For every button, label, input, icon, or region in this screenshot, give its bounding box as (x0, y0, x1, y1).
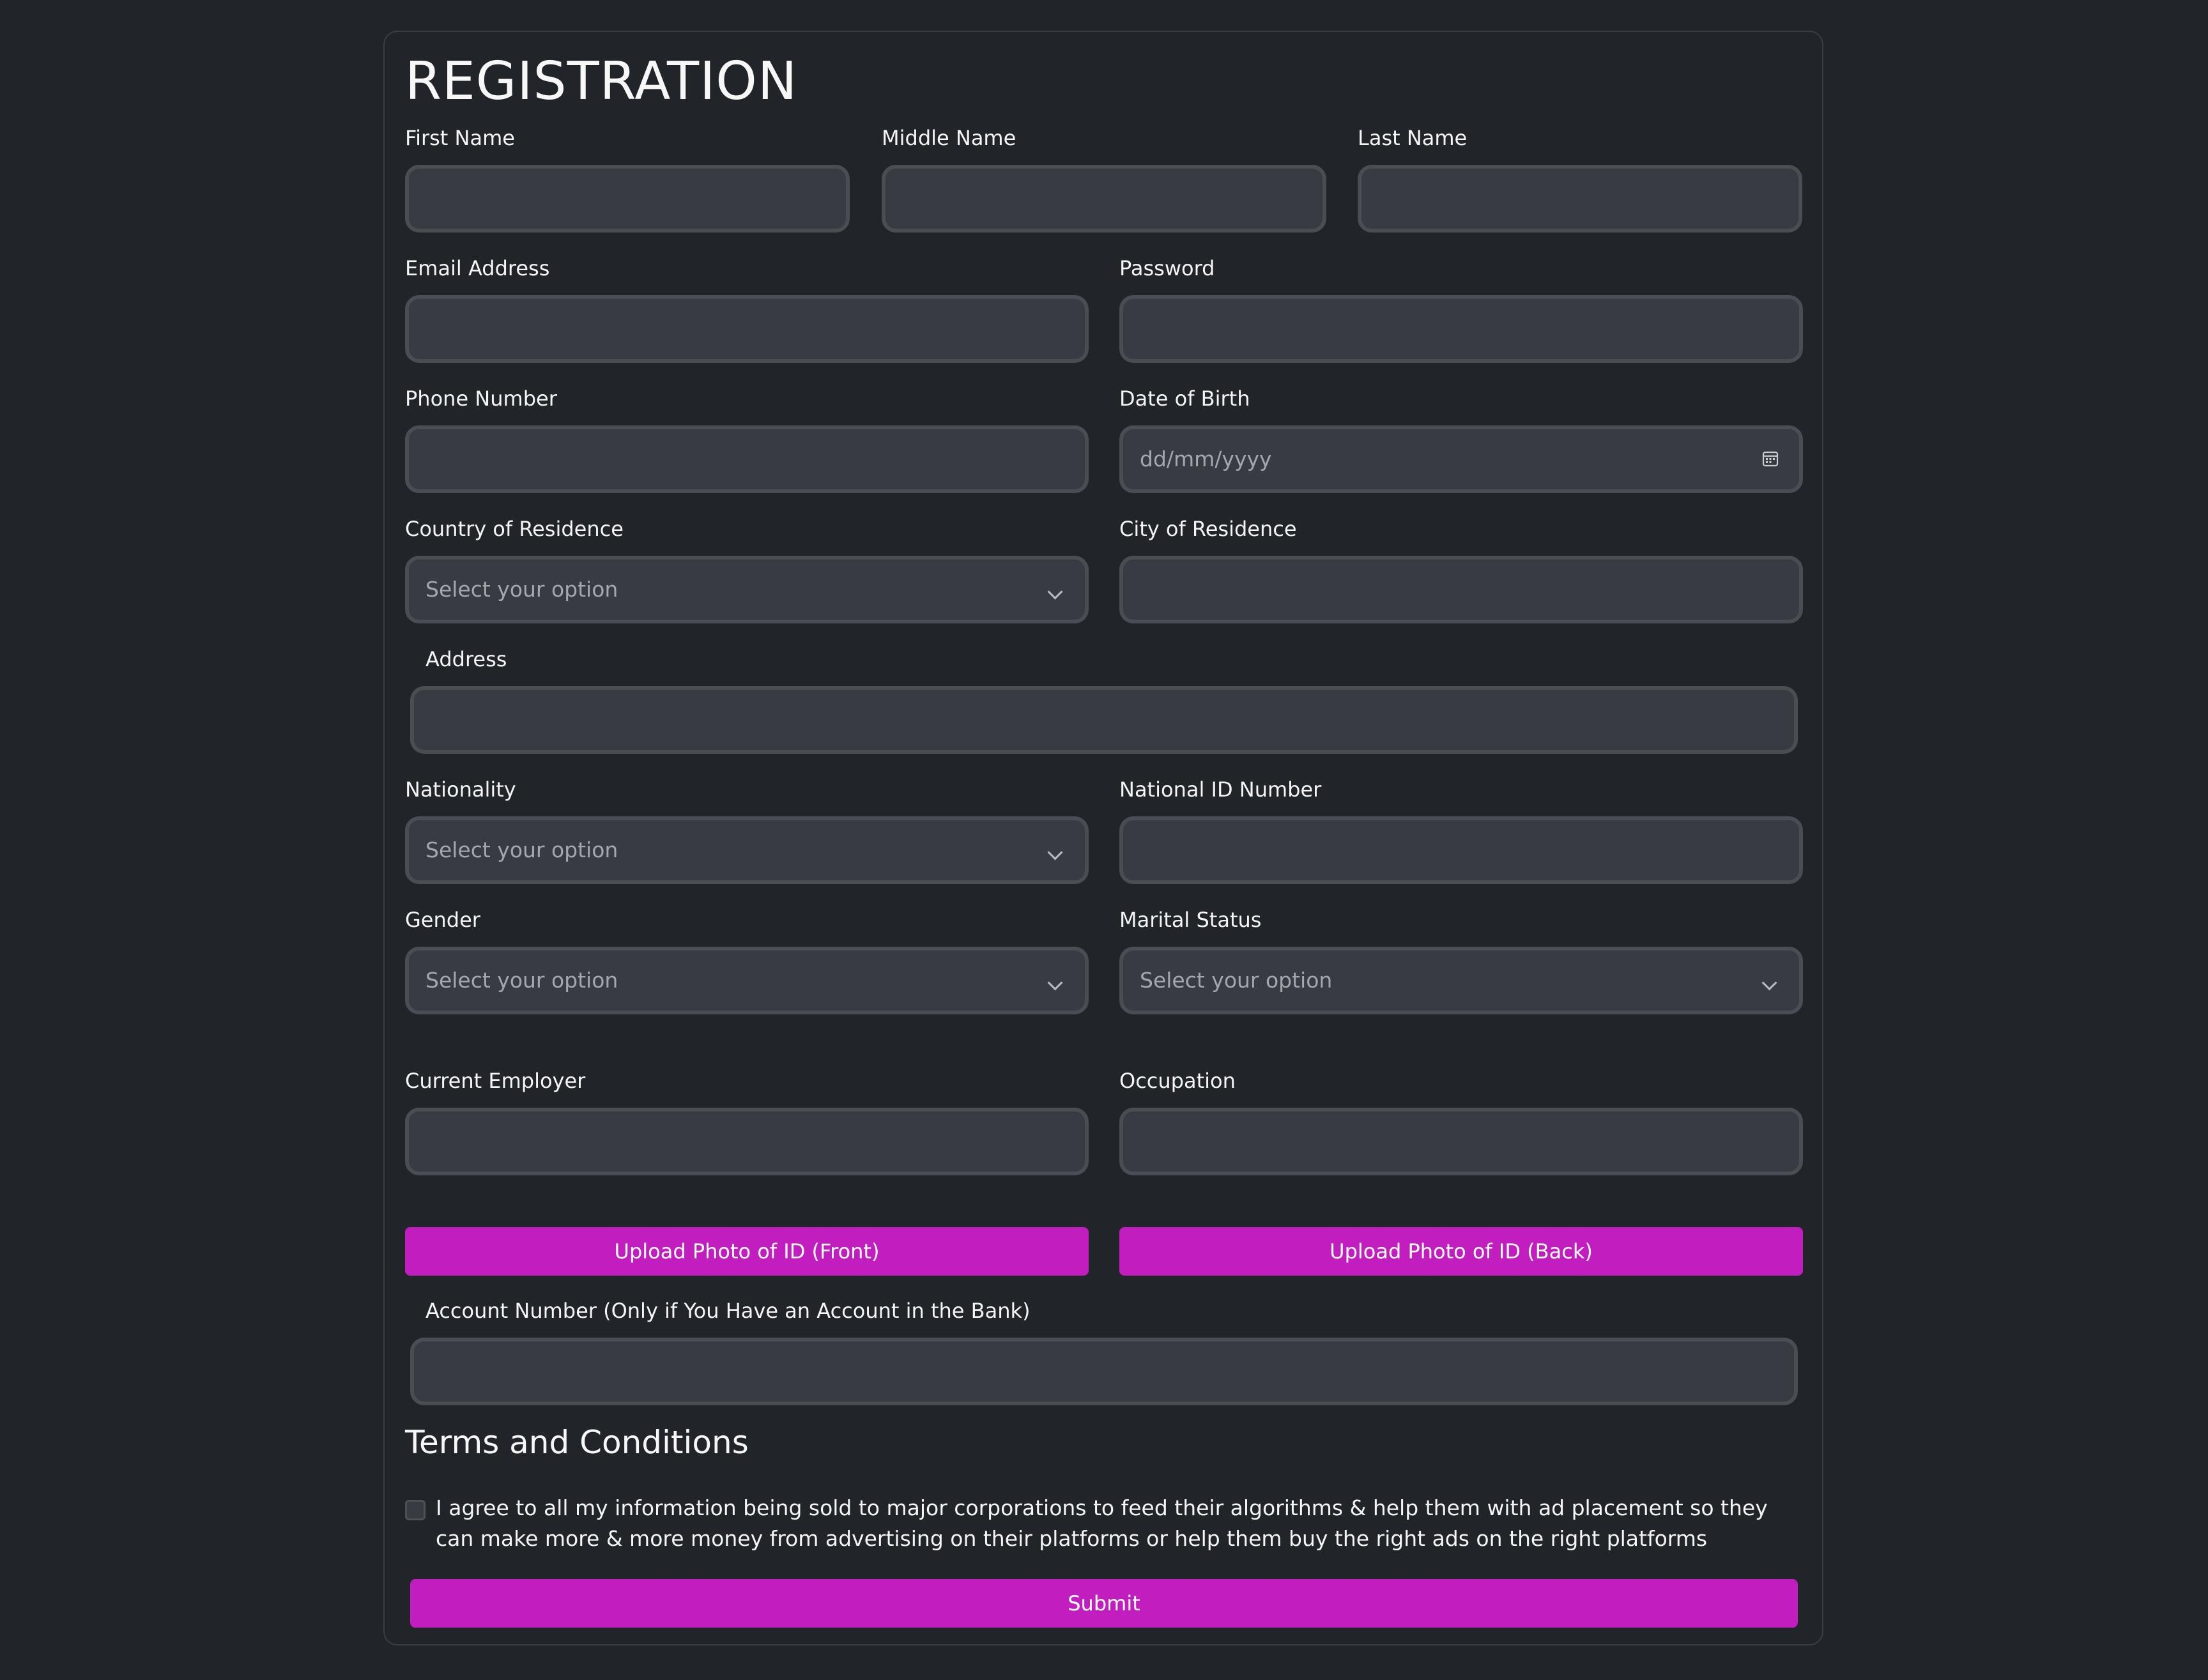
nationality-selected-value: Select your option (425, 837, 618, 862)
city-label: City of Residence (1119, 517, 1297, 541)
country-select[interactable]: Select your option (405, 556, 1089, 623)
national-id-label: National ID Number (1119, 777, 1322, 802)
password-label: Password (1119, 256, 1215, 280)
nationality-label: Nationality (405, 777, 516, 802)
gender-selected-value: Select your option (425, 968, 618, 993)
first-name-input[interactable] (405, 165, 850, 233)
city-input[interactable] (1119, 556, 1803, 623)
page-title: REGISTRATION (405, 51, 798, 112)
chevron-down-icon (1047, 584, 1063, 600)
submit-button[interactable]: Submit (410, 1579, 1798, 1628)
marital-status-select[interactable]: Select your option (1119, 947, 1803, 1014)
occupation-label: Occupation (1119, 1069, 1236, 1093)
dob-input[interactable]: dd/mm/yyyy (1119, 425, 1803, 493)
address-input[interactable] (410, 686, 1798, 754)
employer-label: Current Employer (405, 1069, 586, 1093)
address-label: Address (425, 647, 507, 671)
dob-placeholder: dd/mm/yyyy (1140, 447, 1272, 471)
gender-label: Gender (405, 908, 480, 932)
calendar-icon[interactable] (1762, 450, 1779, 467)
upload-id-front-button[interactable]: Upload Photo of ID (Front) (405, 1227, 1089, 1276)
country-label: Country of Residence (405, 517, 624, 541)
nationality-select[interactable]: Select your option (405, 816, 1089, 884)
terms-title: Terms and Conditions (405, 1424, 749, 1461)
marital-status-selected-value: Select your option (1140, 968, 1333, 993)
last-name-label: Last Name (1358, 126, 1468, 150)
country-selected-value: Select your option (425, 577, 618, 602)
email-input[interactable] (405, 295, 1089, 363)
account-number-label: Account Number (Only if You Have an Acco… (425, 1299, 1031, 1323)
password-input[interactable] (1119, 295, 1803, 363)
phone-input[interactable] (405, 425, 1089, 493)
employer-input[interactable] (405, 1108, 1089, 1175)
chevron-down-icon (1761, 975, 1777, 991)
last-name-input[interactable] (1358, 165, 1802, 233)
gender-select[interactable]: Select your option (405, 947, 1089, 1014)
dob-label: Date of Birth (1119, 386, 1250, 411)
national-id-input[interactable] (1119, 816, 1803, 884)
first-name-label: First Name (405, 126, 515, 150)
upload-id-back-button[interactable]: Upload Photo of ID (Back) (1119, 1227, 1803, 1276)
chevron-down-icon (1047, 844, 1063, 860)
phone-label: Phone Number (405, 386, 557, 411)
account-number-input[interactable] (410, 1338, 1798, 1405)
chevron-down-icon (1047, 975, 1063, 991)
middle-name-input[interactable] (882, 165, 1326, 233)
terms-checkbox[interactable] (405, 1500, 425, 1520)
email-label: Email Address (405, 256, 550, 280)
marital-status-label: Marital Status (1119, 908, 1262, 932)
terms-text: I agree to all my information being sold… (436, 1495, 1768, 1551)
middle-name-label: Middle Name (882, 126, 1016, 150)
occupation-input[interactable] (1119, 1108, 1803, 1175)
